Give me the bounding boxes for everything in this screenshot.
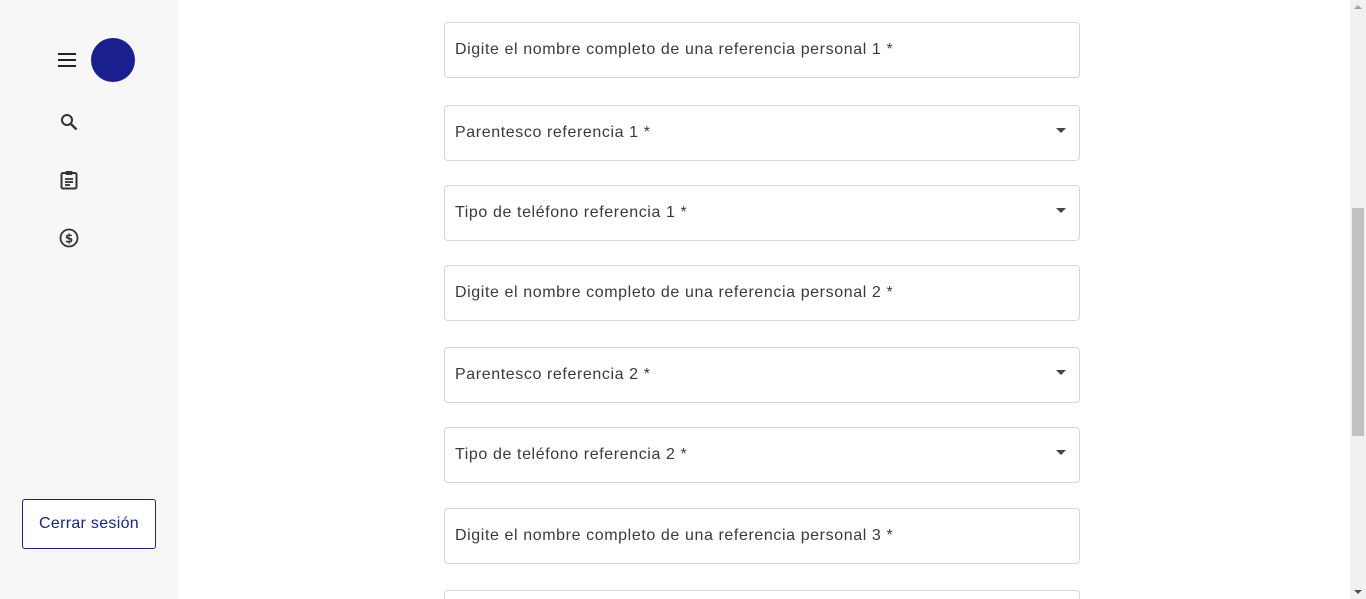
field-label: Digite el nombre completo de una referen… bbox=[455, 284, 894, 301]
dropdown-arrow-icon bbox=[1056, 450, 1066, 455]
next-field-partial[interactable] bbox=[444, 590, 1080, 599]
reference-1-relationship-select[interactable]: Parentesco referencia 1 * bbox=[444, 105, 1080, 161]
reference-2-relationship-select[interactable]: Parentesco referencia 2 * bbox=[444, 347, 1080, 403]
scroll-up-arrow-icon[interactable] bbox=[1354, 5, 1362, 9]
logout-button[interactable]: Cerrar sesión bbox=[22, 499, 156, 549]
reference-2-phone-type-select[interactable]: Tipo de teléfono referencia 2 * bbox=[444, 427, 1080, 483]
reference-1-phone-type-select[interactable]: Tipo de teléfono referencia 1 * bbox=[444, 185, 1080, 241]
avatar[interactable] bbox=[91, 38, 135, 82]
field-label: Digite el nombre completo de una referen… bbox=[455, 527, 894, 544]
dropdown-arrow-icon bbox=[1056, 128, 1066, 133]
hamburger-menu-icon[interactable] bbox=[56, 49, 78, 71]
reference-2-name-field[interactable]: Digite el nombre completo de una referen… bbox=[444, 265, 1080, 321]
field-label: Parentesco referencia 2 * bbox=[455, 366, 651, 383]
dropdown-arrow-icon bbox=[1056, 208, 1066, 213]
clipboard-icon[interactable] bbox=[58, 169, 80, 191]
form-area: Digite el nombre completo de una referen… bbox=[178, 0, 1350, 599]
field-label: Tipo de teléfono referencia 2 * bbox=[455, 446, 688, 463]
vertical-scrollbar[interactable] bbox=[1350, 0, 1366, 599]
dollar-coin-icon[interactable]: $ bbox=[58, 227, 80, 249]
svg-text:$: $ bbox=[65, 232, 73, 246]
dropdown-arrow-icon bbox=[1056, 370, 1066, 375]
search-icon[interactable] bbox=[58, 111, 80, 133]
scrollbar-thumb[interactable] bbox=[1352, 208, 1364, 436]
scroll-down-arrow-icon[interactable] bbox=[1354, 590, 1362, 594]
field-label: Tipo de teléfono referencia 1 * bbox=[455, 204, 688, 221]
reference-1-name-field[interactable]: Digite el nombre completo de una referen… bbox=[444, 22, 1080, 78]
field-label: Parentesco referencia 1 * bbox=[455, 124, 651, 141]
sidebar: $ Cerrar sesión bbox=[0, 0, 178, 599]
reference-3-name-field[interactable]: Digite el nombre completo de una referen… bbox=[444, 508, 1080, 564]
field-label: Digite el nombre completo de una referen… bbox=[455, 41, 894, 58]
